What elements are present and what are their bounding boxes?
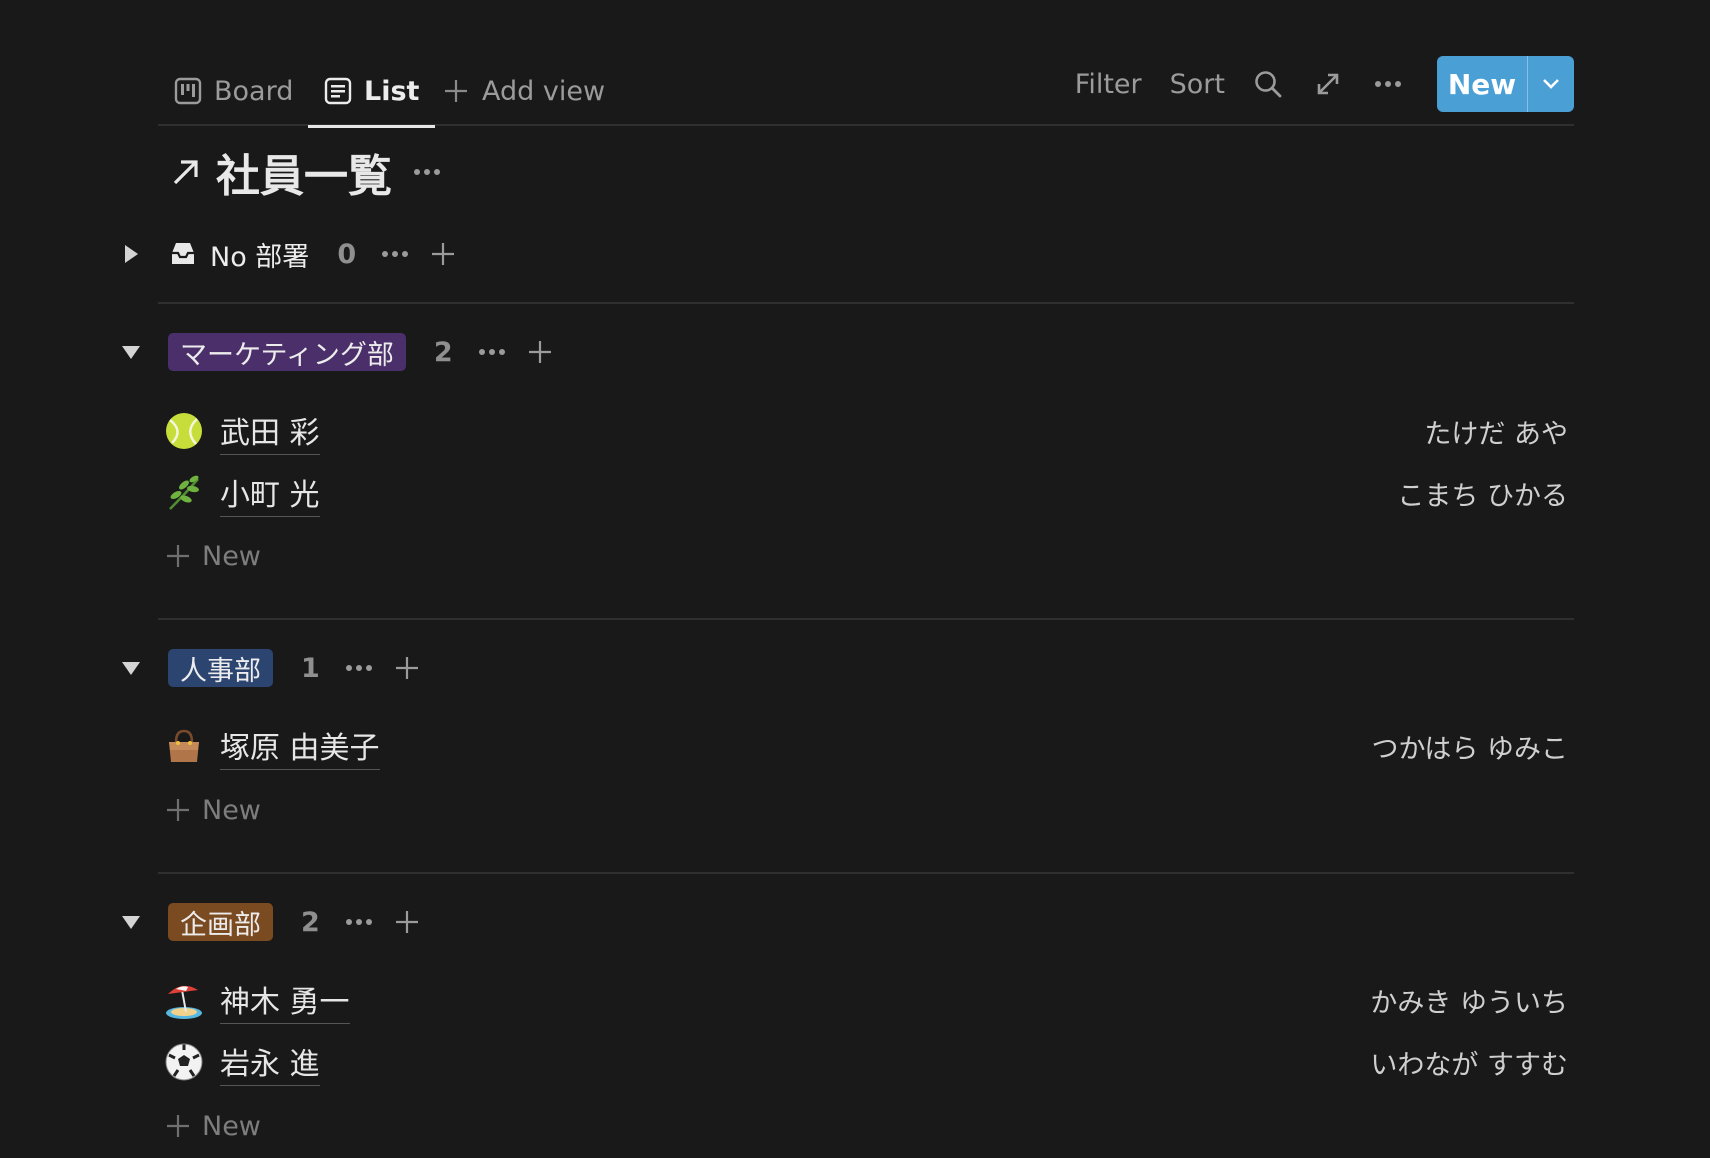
add-row-button[interactable]: New (166, 1104, 261, 1148)
tab-board-label: Board (214, 75, 294, 107)
group-header-marketing: マーケティング部 2 (120, 332, 553, 372)
list-item[interactable]: 神木 勇一 かみき ゆういち (164, 972, 1568, 1028)
list-icon (324, 77, 352, 105)
list-item[interactable]: 小町 光 こまち ひかる (164, 465, 1568, 521)
beach-umbrella-icon (164, 980, 204, 1020)
plus-icon[interactable] (394, 909, 420, 935)
add-row-label: New (202, 1110, 261, 1142)
group-badge: マーケティング部 (168, 333, 406, 371)
group-label: No 部署 (210, 241, 310, 273)
board-icon (174, 77, 202, 105)
tab-board[interactable]: Board (174, 66, 293, 116)
list-item[interactable]: 塚原 由美子 つかはら ゆみこ (164, 718, 1568, 774)
new-button[interactable]: New (1437, 56, 1527, 112)
divider (158, 618, 1574, 620)
employee-name[interactable]: 神木 勇一 (220, 977, 350, 1024)
handbag-icon (164, 726, 204, 766)
add-row-label: New (202, 540, 261, 572)
chevron-down-icon (1543, 79, 1559, 89)
employee-kana: いわなが すすむ (1370, 1049, 1568, 1081)
employee-name[interactable]: 小町 光 (220, 470, 320, 517)
group-more-icon[interactable] (382, 251, 409, 257)
group-more-icon[interactable] (345, 665, 372, 671)
group-header-no-dept: No 部署 0 (120, 234, 456, 274)
search-icon[interactable] (1253, 69, 1283, 99)
group-more-icon[interactable] (345, 919, 372, 925)
group-count: 1 (301, 652, 320, 684)
caret-right-icon[interactable] (120, 243, 142, 265)
group-badge: 企画部 (168, 903, 273, 941)
plus-icon[interactable] (394, 655, 420, 681)
group-header-hr: 人事部 1 (120, 648, 420, 688)
add-view-label: Add view (482, 75, 606, 107)
plus-icon[interactable] (430, 241, 456, 267)
herb-icon (164, 473, 204, 513)
tab-list-label: List (364, 75, 420, 107)
list-item[interactable]: 岩永 進 いわなが すすむ (164, 1034, 1568, 1090)
expand-icon[interactable] (1313, 69, 1343, 99)
add-row-button[interactable]: New (166, 788, 261, 832)
caret-down-icon[interactable] (120, 657, 142, 679)
list-item[interactable]: 武田 彩 たけだ あや (164, 403, 1568, 459)
group-count: 2 (433, 336, 453, 368)
employee-kana: こまち ひかる (1397, 480, 1568, 512)
soccer-ball-icon (164, 1042, 204, 1082)
employee-kana: たけだ あや (1424, 418, 1568, 450)
divider (158, 872, 1574, 874)
group-badge: 人事部 (168, 649, 273, 687)
new-dropdown-button[interactable] (1527, 56, 1574, 112)
tennis-ball-icon (164, 411, 204, 451)
group-count: 0 (337, 238, 357, 270)
add-row-button[interactable]: New (166, 534, 261, 578)
plus-icon (167, 799, 189, 821)
sort-button[interactable]: Sort (1170, 69, 1225, 100)
toolbar-actions: Filter Sort New (1075, 56, 1574, 112)
caret-down-icon[interactable] (120, 341, 142, 363)
group-more-icon[interactable] (478, 349, 505, 355)
employee-name[interactable]: 武田 彩 (220, 408, 320, 455)
plus-icon (445, 80, 467, 102)
caret-down-icon[interactable] (120, 911, 142, 933)
group-count: 2 (301, 906, 320, 938)
arrow-up-right-icon[interactable] (170, 156, 202, 188)
employee-name[interactable]: 岩永 進 (220, 1039, 320, 1086)
group-header-planning: 企画部 2 (120, 902, 420, 942)
add-view-button[interactable]: Add view (442, 66, 605, 116)
page-title[interactable]: 社員一覧 (216, 140, 392, 204)
employee-kana: つかはら ゆみこ (1371, 733, 1568, 765)
employee-name[interactable]: 塚原 由美子 (220, 723, 380, 770)
inbox-icon (172, 243, 194, 264)
plus-icon (167, 545, 189, 567)
tab-list[interactable]: List (307, 66, 436, 128)
divider (158, 302, 1574, 304)
plus-icon[interactable] (527, 339, 553, 365)
view-toolbar: Board List Add view Filter Sort New (158, 48, 1574, 128)
database-page: Board List Add view Filter Sort New 社員一覧… (0, 0, 1710, 1158)
new-button-group: New (1437, 56, 1574, 112)
filter-button[interactable]: Filter (1075, 69, 1142, 100)
employee-kana: かみき ゆういち (1370, 987, 1568, 1019)
title-more-icon[interactable] (414, 169, 440, 175)
add-row-label: New (202, 794, 261, 826)
database-title: 社員一覧 (170, 142, 440, 202)
plus-icon (167, 1115, 189, 1137)
more-options-icon[interactable] (1373, 69, 1403, 99)
